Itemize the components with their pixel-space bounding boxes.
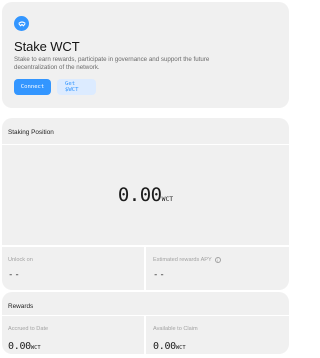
staked-amount-value: 0.00 bbox=[117, 184, 162, 206]
accrued-amount: 0.00 bbox=[8, 341, 31, 352]
stats-vertical-divider bbox=[144, 247, 146, 290]
apy-stat: Estimated rewards APY i -- bbox=[147, 247, 289, 290]
accrued-value: 0.00WCT bbox=[8, 336, 144, 354]
unlock-value: -- bbox=[8, 270, 21, 280]
stake-hero-card: Stake WCT Stake to earn rewards, partici… bbox=[2, 2, 289, 108]
apy-label-row: Estimated rewards APY i bbox=[153, 257, 289, 263]
get-wct-button[interactable]: Get $WCT bbox=[57, 79, 96, 95]
staked-amount-unit: WCT bbox=[161, 195, 174, 203]
staking-position-title: Staking Position bbox=[8, 129, 54, 136]
apy-value: -- bbox=[153, 270, 166, 280]
rewards-title: Rewards bbox=[8, 303, 34, 310]
header-divider bbox=[2, 144, 289, 145]
available-amount: 0.00 bbox=[153, 341, 176, 352]
available-stat: Available to Claim 0.00WCT bbox=[147, 316, 289, 354]
available-value: 0.00WCT bbox=[153, 336, 289, 354]
rewards-card: Rewards Accrued to Date 0.00WCT Availabl… bbox=[2, 292, 289, 354]
apy-label: Estimated rewards APY bbox=[153, 257, 212, 263]
info-icon[interactable]: i bbox=[214, 257, 221, 263]
unlock-stat: Unlock on -- bbox=[2, 247, 144, 290]
staking-position-card: Staking Position 0.00WCT Unlock on -- Es… bbox=[2, 118, 289, 290]
accrued-label: Accrued to Date bbox=[8, 326, 49, 332]
walletconnect-logo-icon bbox=[14, 16, 29, 31]
available-label: Available to Claim bbox=[153, 326, 198, 332]
accrued-stat: Accrued to Date 0.00WCT bbox=[2, 316, 144, 354]
accrued-unit: WCT bbox=[30, 345, 41, 351]
staked-amount: 0.00WCT bbox=[2, 184, 289, 206]
rewards-vertical-divider bbox=[144, 316, 146, 354]
hero-actions: Connect Get $WCT bbox=[14, 79, 277, 95]
unlock-label: Unlock on bbox=[8, 257, 33, 263]
page-title: Stake WCT bbox=[14, 39, 80, 54]
connect-button[interactable]: Connect bbox=[14, 79, 51, 95]
page-description: Stake to earn rewards, participate in go… bbox=[14, 56, 210, 71]
available-unit: WCT bbox=[175, 345, 186, 351]
